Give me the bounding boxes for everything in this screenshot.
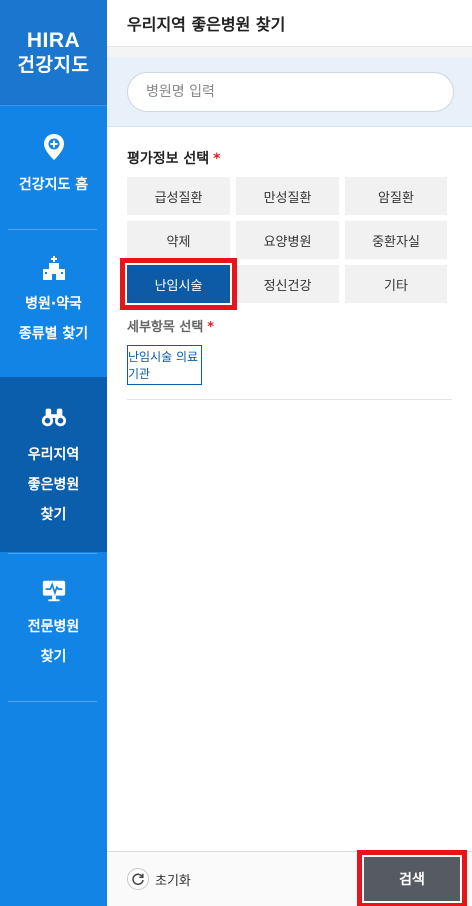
detail-option-infertility-institution[interactable]: 난임시술 의료기관 xyxy=(127,345,202,385)
sidebar: HIRA 건강지도 건강지도 홈 병원·약국 종류별 찾기 우리지역 좋은병원 … xyxy=(0,0,107,906)
option-icu[interactable]: 중환자실 xyxy=(345,221,447,259)
sidebar-divider xyxy=(8,229,97,230)
sidebar-item-label: 우리지역 좋은병원 찾기 xyxy=(27,447,80,523)
reset-label: 초기화 xyxy=(155,873,191,889)
option-other[interactable]: 기타 xyxy=(345,265,447,303)
footer-bar: 초기화 검색 xyxy=(107,850,472,906)
section-divider xyxy=(127,399,452,400)
sidebar-item-good-hospital[interactable]: 우리지역 좋은병원 찾기 xyxy=(0,377,107,552)
option-cancer[interactable]: 암질환 xyxy=(345,177,447,215)
evaluation-options: 급성질환 만성질환 암질환 약제 요양병원 중환자실 난임시술 정신건강 기타 xyxy=(120,177,452,310)
sidebar-divider xyxy=(8,553,97,554)
hospital-name-input[interactable] xyxy=(127,71,454,112)
sidebar-divider xyxy=(8,701,97,702)
sidebar-item-label: 병원·약국 종류별 찾기 xyxy=(18,296,89,342)
map-pin-plus-icon xyxy=(41,134,67,160)
logo-line2: 건강지도 xyxy=(17,53,90,76)
page-title: 우리지역 좋은병원 찾기 xyxy=(107,0,472,47)
logo-line1: HIRA xyxy=(26,28,81,52)
option-nursing-hospital[interactable]: 요양병원 xyxy=(236,221,339,259)
detail-title-text: 세부항목 선택 xyxy=(127,320,204,335)
hira-logo[interactable]: HIRA 건강지도 xyxy=(0,0,107,106)
sidebar-item-label: 전문병원 찾기 xyxy=(27,619,80,665)
search-button[interactable]: 검색 xyxy=(357,850,467,906)
hospital-building-icon xyxy=(41,255,67,281)
sidebar-item-specialty-hospital[interactable]: 전문병원 찾기 xyxy=(0,578,107,698)
evaluation-title-text: 평가정보 선택 xyxy=(127,151,210,167)
sidebar-item-health-map-home[interactable]: 건강지도 홈 xyxy=(0,134,107,230)
required-mark: * xyxy=(213,151,221,167)
option-infertility-treatment[interactable]: 난임시술 xyxy=(120,258,237,310)
option-mental-health[interactable]: 정신건강 xyxy=(236,265,339,303)
evaluation-section: 평가정보 선택 * 급성질환 만성질환 암질환 약제 요양병원 중환자실 난임시술… xyxy=(107,148,472,400)
reset-button[interactable]: 초기화 xyxy=(127,868,191,890)
main-panel: 우리지역 좋은병원 찾기 평가정보 선택* 급성질환 만성질환 암질환 약제 요… xyxy=(107,0,472,906)
option-chronic-disease[interactable]: 만성질환 xyxy=(236,177,339,215)
search-bar xyxy=(107,57,472,127)
header-spacer xyxy=(107,47,472,57)
required-mark: * xyxy=(207,320,215,335)
option-medication[interactable]: 약제 xyxy=(127,221,230,259)
sidebar-item-label: 건강지도 홈 xyxy=(18,177,89,193)
detail-title: 세부항목 선택 * xyxy=(127,316,452,335)
refresh-icon xyxy=(127,868,149,890)
binoculars-icon xyxy=(41,404,67,430)
monitor-heartbeat-icon xyxy=(41,578,67,604)
option-acute-disease[interactable]: 급성질환 xyxy=(127,177,230,215)
sidebar-item-hospital-pharmacy[interactable]: 병원·약국 종류별 찾기 xyxy=(0,255,107,377)
evaluation-title: 평가정보 선택 * xyxy=(127,148,452,168)
